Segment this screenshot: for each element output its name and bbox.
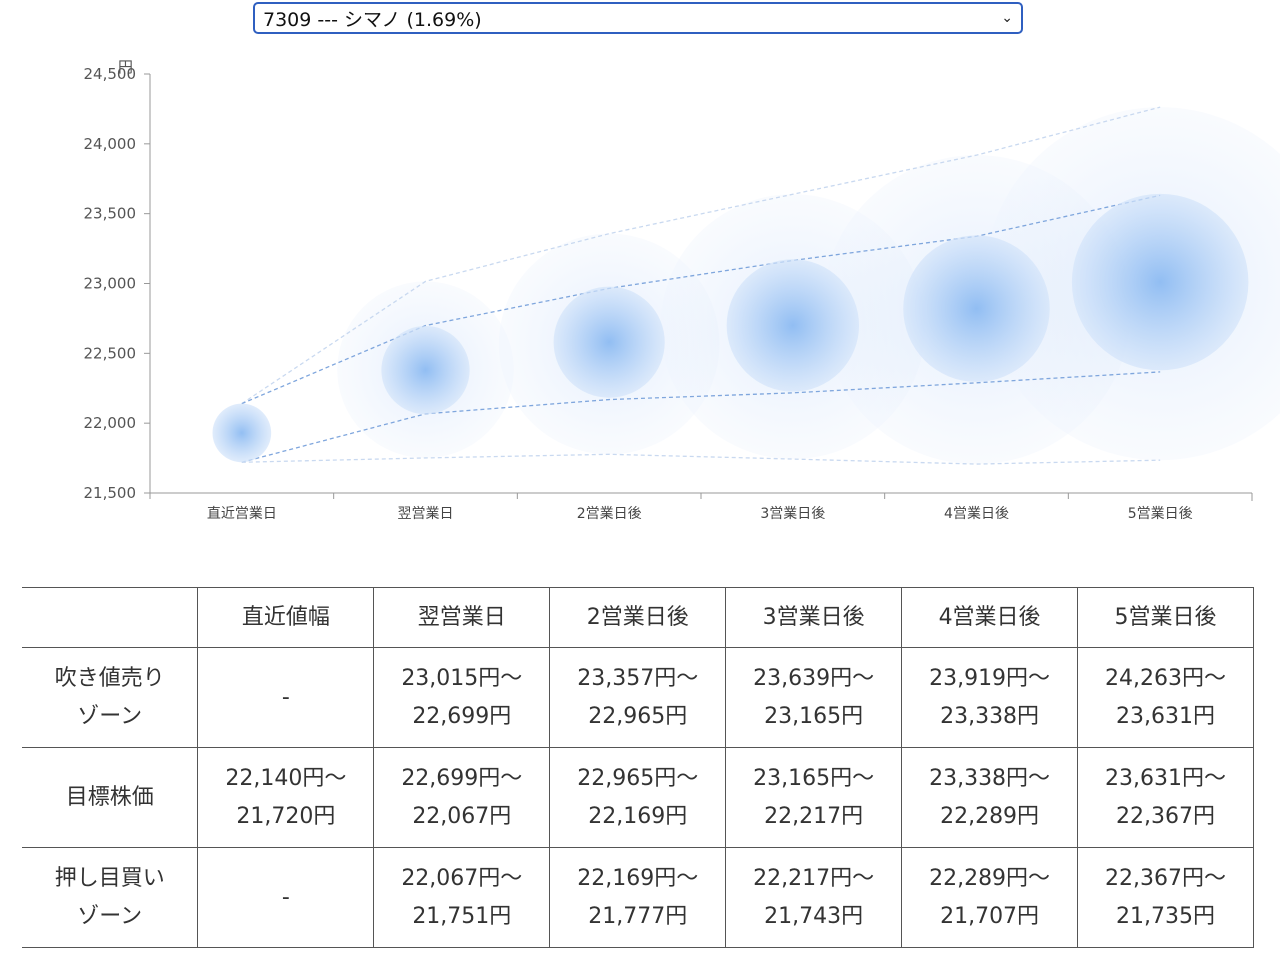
table-header-5: 4営業日後 [901, 587, 1079, 648]
x-tick-label-0: 直近営業日 [207, 505, 277, 522]
y-tick-label-0: 21,500 [84, 484, 137, 502]
table-header-2: 翌営業日 [373, 587, 551, 648]
table-header-6: 5営業日後 [1077, 587, 1254, 648]
x-tick-label-2: 2営業日後 [577, 506, 642, 522]
zone-cell: 22,067円〜 21,751円 [373, 847, 551, 948]
row-label: 目標株価 [22, 747, 199, 848]
target-bubble-1 [381, 325, 470, 415]
x-tick-label-1: 翌営業日 [398, 506, 454, 522]
zone-cell: 23,639円〜 23,165円 [725, 647, 903, 748]
zone-cell: 22,169円〜 21,777円 [549, 847, 727, 948]
table-header-0 [22, 587, 199, 648]
y-tick-label-5: 24,000 [84, 135, 137, 153]
stock-select-value: 7309 --- シマノ (1.69%) [263, 8, 482, 31]
row-label: 押し目買い ゾーン [22, 847, 199, 948]
price-forecast-chart: 21,50022,00022,50023,00023,50024,00024,5… [84, 58, 1280, 522]
row-label: 吹き値売り ゾーン [22, 647, 199, 748]
zone-cell: 22,140円〜 21,720円 [197, 747, 375, 848]
target-bubble-3 [726, 259, 860, 392]
zone-cell: 23,165円〜 22,217円 [725, 747, 903, 848]
target-bubble-0 [212, 403, 272, 463]
y-tick-label-4: 23,500 [84, 205, 137, 223]
y-tick-label-2: 22,500 [84, 344, 137, 362]
y-tick-label-3: 23,000 [84, 275, 137, 293]
table-header-4: 3営業日後 [725, 587, 903, 648]
table-header-3: 2営業日後 [549, 587, 727, 648]
zone-cell: - [197, 847, 375, 948]
zone-cell: 23,919円〜 23,338円 [901, 647, 1079, 748]
x-tick-label-3: 3営業日後 [760, 506, 825, 522]
zone-cell: 22,965円〜 22,169円 [549, 747, 727, 848]
y-axis-unit: 円 [118, 58, 133, 76]
x-tick-label-5: 5営業日後 [1128, 506, 1193, 522]
chevron-down-icon: ⌄ [1001, 10, 1013, 26]
table-row: 目標株価 22,140円〜 21,720円 22,699円〜 22,067円 22,965… [22, 747, 1254, 848]
target-bubble-2 [553, 286, 665, 398]
zone-table: 直近値幅 翌営業日 2営業日後 3営業日後 4営業日後 5営業日後 吹き値売り ゾーン -23… [22, 587, 1254, 948]
zone-cell: 22,289円〜 21,707円 [901, 847, 1079, 948]
y-tick-label-1: 22,000 [84, 414, 137, 432]
table-row: 吹き値売り ゾーン -23,015円〜 22,699円 23,357円〜 22,965円 2… [22, 647, 1254, 748]
zone-cell: 22,367円〜 21,735円 [1077, 847, 1254, 948]
zone-cell: 22,217円〜 21,743円 [725, 847, 903, 948]
zone-cell: 23,357円〜 22,965円 [549, 647, 727, 748]
table-header-1: 直近値幅 [197, 587, 375, 648]
zone-cell: 23,338円〜 22,289円 [901, 747, 1079, 848]
zone-cell: - [197, 647, 375, 748]
zone-cell: 24,263円〜 23,631円 [1077, 647, 1254, 748]
zone-cell: 23,015円〜 22,699円 [373, 647, 551, 748]
zone-cell: 23,631円〜 22,367円 [1077, 747, 1254, 848]
zone-cell: 22,699円〜 22,067円 [373, 747, 551, 848]
table-row: 押し目買い ゾーン -22,067円〜 21,751円 22,169円〜 21,777円 2… [22, 847, 1254, 948]
stock-select[interactable]: 7309 --- シマノ (1.69%) ⌄ [253, 2, 1023, 34]
table-header-row: 直近値幅 翌営業日 2営業日後 3営業日後 4営業日後 5営業日後 [22, 587, 1254, 648]
x-tick-label-4: 4営業日後 [944, 506, 1009, 522]
target-bubble-4 [903, 235, 1050, 382]
target-bubble-5 [1071, 193, 1249, 371]
